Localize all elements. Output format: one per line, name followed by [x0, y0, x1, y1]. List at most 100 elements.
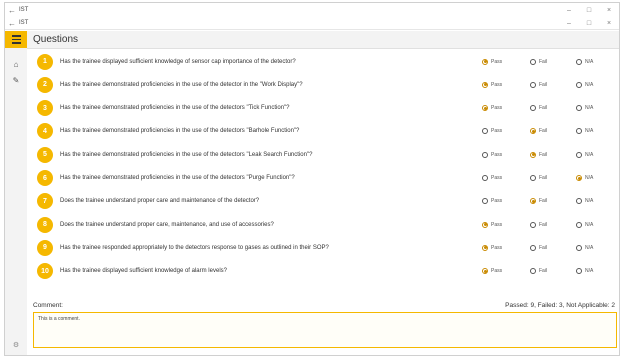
minimize-button[interactable]: –	[559, 20, 579, 27]
radio-pass[interactable]: Pass	[482, 58, 502, 65]
radio-label: Pass	[491, 128, 503, 135]
radio-button-icon[interactable]	[530, 198, 536, 205]
radio-button-icon[interactable]	[576, 151, 582, 158]
close-button[interactable]: ×	[599, 20, 619, 27]
radio-button-icon[interactable]	[482, 221, 488, 228]
radio-pass[interactable]: Pass	[482, 151, 502, 158]
radio-button-icon[interactable]	[576, 244, 582, 251]
radio-button-icon[interactable]	[482, 128, 488, 135]
radio-na[interactable]: N/A	[576, 105, 593, 112]
question-row: 3 Has the trainee demonstrated proficienc…	[27, 97, 619, 120]
radio-pass[interactable]: Pass	[482, 198, 502, 205]
radio-button-icon[interactable]	[530, 151, 536, 158]
maximize-button[interactable]: □	[579, 20, 599, 27]
outer-titlebar: ← IST – □ ×	[5, 4, 619, 16]
question-row: 1 Has the trainee displayed sufficient kn…	[27, 50, 619, 73]
radio-fail[interactable]: Fail	[530, 58, 547, 65]
radio-label: Fail	[539, 175, 548, 181]
radio-pass[interactable]: Pass	[482, 244, 503, 251]
radio-na[interactable]: N/A	[576, 151, 593, 158]
radio-button-icon[interactable]	[482, 175, 488, 181]
maximize-button[interactable]: □	[579, 7, 599, 14]
radio-button-icon[interactable]	[576, 128, 582, 135]
radio-button-icon[interactable]	[530, 268, 536, 275]
nav-rail: ⌂ ✎ ⚙	[5, 31, 27, 355]
radio-fail[interactable]: Fail	[530, 198, 547, 205]
radio-na[interactable]: N/A	[576, 175, 593, 181]
question-number-badge: 4	[37, 123, 53, 140]
radio-fail[interactable]: Fail	[530, 268, 548, 275]
radio-button-icon[interactable]	[482, 105, 488, 112]
radio-pass[interactable]: Pass	[482, 81, 502, 88]
radio-fail[interactable]: Fail	[530, 244, 548, 251]
comment-input[interactable]: This is a comment.	[33, 312, 617, 348]
radio-button-icon[interactable]	[530, 58, 536, 65]
radio-pass[interactable]: Pass	[482, 221, 502, 228]
radio-button-icon[interactable]	[576, 81, 582, 88]
radio-fail[interactable]: Fail	[530, 128, 547, 135]
radio-button-icon[interactable]	[482, 151, 488, 158]
radio-fail[interactable]: Fail	[530, 175, 547, 181]
home-icon[interactable]: ⌂	[5, 60, 27, 69]
radio-label: Pass	[491, 244, 503, 251]
radio-label: Fail	[539, 268, 548, 275]
radio-button-icon[interactable]	[530, 81, 536, 88]
minimize-button[interactable]: –	[559, 7, 579, 14]
radio-button-icon[interactable]	[530, 175, 536, 181]
radio-button-icon[interactable]	[576, 175, 582, 181]
settings-icon[interactable]: ⚙	[5, 341, 27, 349]
radio-button-icon[interactable]	[576, 221, 582, 228]
radio-button-icon[interactable]	[530, 244, 536, 251]
question-number-badge: 2	[37, 76, 53, 93]
radio-fail[interactable]: Fail	[530, 105, 547, 112]
radio-fail[interactable]: Fail	[530, 81, 547, 88]
comment-label: Comment:	[33, 301, 63, 309]
radio-label: Pass	[491, 175, 503, 181]
pin-icon[interactable]: ✎	[5, 76, 27, 85]
question-number-badge: 5	[37, 146, 53, 163]
question-number-badge: 9	[37, 239, 53, 256]
radio-button-icon[interactable]	[482, 244, 488, 251]
radio-label: N/A	[585, 198, 594, 205]
question-text: Has the trainee demonstrated proficienci…	[60, 128, 300, 135]
radio-pass[interactable]: Pass	[482, 105, 502, 112]
radio-button-icon[interactable]	[576, 268, 582, 275]
radio-na[interactable]: N/A	[576, 244, 593, 251]
radio-button-icon[interactable]	[576, 105, 582, 112]
radio-na[interactable]: N/A	[576, 221, 594, 228]
radio-button-icon[interactable]	[576, 198, 582, 205]
question-text: Has the trainee demonstrated proficienci…	[60, 175, 295, 181]
question-number-badge: 6	[37, 170, 53, 186]
radio-na[interactable]: N/A	[576, 58, 594, 65]
radio-pass[interactable]: Pass	[482, 175, 502, 181]
radio-label: N/A	[585, 58, 594, 65]
radio-label: N/A	[585, 175, 594, 181]
radio-pass[interactable]: Pass	[482, 268, 503, 275]
radio-button-icon[interactable]	[530, 128, 536, 135]
radio-button-icon[interactable]	[530, 221, 536, 228]
radio-button-icon[interactable]	[530, 105, 536, 112]
radio-pass[interactable]: Pass	[482, 128, 503, 135]
radio-label: Pass	[491, 268, 503, 275]
radio-button-icon[interactable]	[482, 81, 488, 88]
close-button[interactable]: ×	[599, 7, 619, 14]
radio-button-icon[interactable]	[576, 58, 582, 65]
question-number-badge: 3	[37, 100, 53, 117]
radio-button-icon[interactable]	[482, 58, 488, 65]
radio-na[interactable]: N/A	[576, 198, 594, 205]
radio-fail[interactable]: Fail	[530, 221, 547, 228]
radio-label: N/A	[585, 221, 594, 228]
radio-na[interactable]: N/A	[576, 128, 593, 135]
hamburger-menu-icon[interactable]	[5, 31, 27, 48]
radio-button-icon[interactable]	[482, 198, 488, 205]
radio-label: Fail	[539, 244, 548, 251]
radio-button-icon[interactable]	[482, 268, 488, 275]
radio-na[interactable]: N/A	[576, 81, 593, 88]
back-arrow-icon[interactable]: ←	[5, 6, 19, 15]
inner-titlebar: ← IST – □ ×	[5, 17, 619, 30]
radio-na[interactable]: N/A	[576, 268, 593, 275]
question-row: 4 Has the trainee demonstrated proficienc…	[27, 120, 619, 143]
app-window: ← IST – □ × ← IST – □ × ⌂ ✎ ⚙ Questions …	[4, 2, 620, 356]
back-arrow-icon[interactable]: ←	[5, 19, 19, 28]
radio-fail[interactable]: Fail	[530, 151, 547, 158]
